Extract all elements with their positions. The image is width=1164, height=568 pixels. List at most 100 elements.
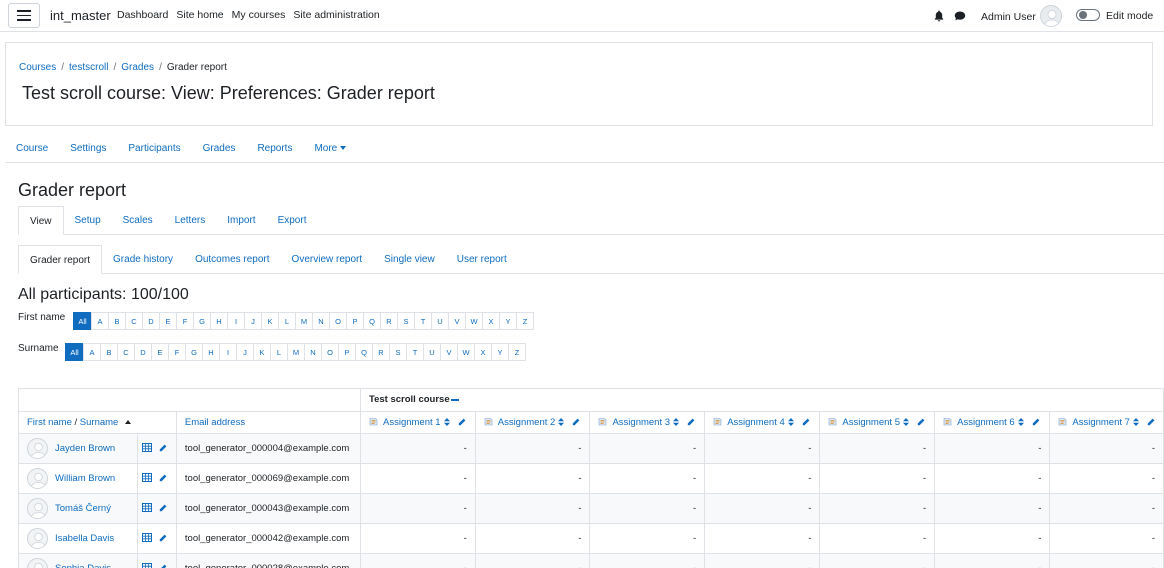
- sort-toggle-icon[interactable]: [673, 417, 680, 426]
- tab-single-view[interactable]: Single view: [373, 245, 446, 274]
- grade-cell[interactable]: -: [475, 523, 591, 554]
- initial-first-y[interactable]: Y: [499, 312, 517, 330]
- grade-cell[interactable]: -: [589, 523, 706, 554]
- edit-pencil-icon[interactable]: [917, 418, 925, 426]
- initial-first-n[interactable]: N: [312, 312, 330, 330]
- assignment-link[interactable]: Assignment 3: [612, 417, 670, 428]
- edit-pencil-icon[interactable]: [458, 418, 466, 426]
- secnav-grades[interactable]: Grades: [192, 133, 247, 162]
- initial-surname-e[interactable]: E: [151, 343, 169, 361]
- grade-cell[interactable]: -: [934, 433, 1051, 464]
- grade-cell[interactable]: -: [360, 553, 476, 568]
- initial-first-u[interactable]: U: [431, 312, 449, 330]
- initial-first-o[interactable]: O: [329, 312, 347, 330]
- nav-site-home[interactable]: Site home: [176, 9, 223, 21]
- tab-setup[interactable]: Setup: [64, 206, 112, 235]
- grade-cell[interactable]: -: [934, 493, 1051, 524]
- edit-pencil-icon[interactable]: [1147, 418, 1155, 426]
- assignment-link[interactable]: Assignment 4: [727, 417, 785, 428]
- grade-cell[interactable]: -: [1049, 493, 1164, 524]
- tab-grader-report[interactable]: Grader report: [18, 245, 103, 274]
- site-brand[interactable]: int_master: [50, 8, 111, 23]
- tab-grade-history[interactable]: Grade history: [102, 245, 184, 274]
- initial-first-j[interactable]: J: [244, 312, 262, 330]
- initial-first-k[interactable]: K: [261, 312, 279, 330]
- initial-surname-o[interactable]: O: [321, 343, 339, 361]
- initial-surname-c[interactable]: C: [117, 343, 135, 361]
- edit-pencil-icon[interactable]: [159, 564, 167, 568]
- breadcrumb-courses[interactable]: Courses: [19, 62, 56, 73]
- assignment-link[interactable]: Assignment 2: [498, 417, 556, 428]
- student-name-link[interactable]: Jayden Brown: [55, 443, 115, 454]
- initial-first-q[interactable]: Q: [363, 312, 381, 330]
- tab-overview-report[interactable]: Overview report: [281, 245, 374, 274]
- secnav-participants[interactable]: Participants: [117, 133, 191, 162]
- grade-cell[interactable]: -: [704, 493, 821, 524]
- initial-all-first[interactable]: All: [73, 312, 92, 330]
- edit-pencil-icon[interactable]: [159, 444, 167, 452]
- student-name-link[interactable]: Sophia Davis: [55, 563, 111, 568]
- initial-surname-t[interactable]: T: [406, 343, 424, 361]
- grade-cell[interactable]: -: [819, 553, 936, 568]
- initial-all-surname[interactable]: All: [65, 343, 84, 361]
- initial-surname-b[interactable]: B: [100, 343, 118, 361]
- grade-cell[interactable]: -: [934, 523, 1051, 554]
- initial-surname-v[interactable]: V: [440, 343, 458, 361]
- initial-first-a[interactable]: A: [91, 312, 109, 330]
- initial-first-m[interactable]: M: [295, 312, 313, 330]
- student-avatar[interactable]: [27, 557, 48, 568]
- student-avatar[interactable]: [27, 527, 48, 549]
- edit-pencil-icon[interactable]: [159, 474, 167, 482]
- grade-cell[interactable]: -: [360, 463, 476, 494]
- sort-surname-link[interactable]: Surname: [80, 417, 119, 428]
- initial-first-t[interactable]: T: [414, 312, 432, 330]
- grade-cell[interactable]: -: [1049, 553, 1164, 568]
- initial-first-h[interactable]: H: [210, 312, 228, 330]
- sort-toggle-icon[interactable]: [1017, 417, 1024, 426]
- grade-cell[interactable]: -: [360, 493, 476, 524]
- initial-surname-p[interactable]: P: [338, 343, 356, 361]
- student-name-link[interactable]: Tomáš Černý: [55, 503, 111, 514]
- tab-user-report[interactable]: User report: [446, 245, 518, 274]
- grade-cell[interactable]: -: [819, 523, 936, 554]
- edit-pencil-icon[interactable]: [1032, 418, 1040, 426]
- initial-surname-k[interactable]: K: [253, 343, 271, 361]
- single-view-grid-icon[interactable]: [142, 502, 153, 512]
- initial-surname-y[interactable]: Y: [491, 343, 509, 361]
- grade-cell[interactable]: -: [589, 463, 706, 494]
- grade-cell[interactable]: -: [589, 433, 706, 464]
- initial-surname-i[interactable]: I: [219, 343, 237, 361]
- edit-mode-toggle[interactable]: [1076, 9, 1100, 21]
- nav-my-courses[interactable]: My courses: [232, 9, 286, 21]
- grade-cell[interactable]: -: [1049, 523, 1164, 554]
- nav-dashboard[interactable]: Dashboard: [117, 9, 168, 21]
- secnav-more-dropdown[interactable]: More: [303, 133, 357, 162]
- assignment-link[interactable]: Assignment 7: [1072, 417, 1130, 428]
- tab-view[interactable]: View: [18, 206, 64, 235]
- initial-surname-u[interactable]: U: [423, 343, 441, 361]
- grade-cell[interactable]: -: [704, 553, 821, 568]
- student-avatar[interactable]: [27, 437, 48, 459]
- student-name-link[interactable]: William Brown: [55, 473, 115, 484]
- grade-cell[interactable]: -: [1049, 433, 1164, 464]
- initial-surname-l[interactable]: L: [270, 343, 288, 361]
- collapse-minus-icon[interactable]: [450, 398, 459, 401]
- initial-first-p[interactable]: P: [346, 312, 364, 330]
- grade-cell[interactable]: -: [704, 463, 821, 494]
- assignment-link[interactable]: Assignment 1: [383, 417, 441, 428]
- single-view-grid-icon[interactable]: [142, 442, 153, 452]
- initial-surname-w[interactable]: W: [457, 343, 475, 361]
- sort-first-name-link[interactable]: First name: [27, 417, 72, 428]
- grade-cell[interactable]: -: [475, 433, 591, 464]
- grade-cell[interactable]: -: [819, 433, 936, 464]
- sort-toggle-icon[interactable]: [787, 417, 794, 426]
- initial-first-w[interactable]: W: [465, 312, 483, 330]
- tab-export[interactable]: Export: [267, 206, 318, 235]
- grade-cell[interactable]: -: [819, 493, 936, 524]
- grade-cell[interactable]: -: [475, 463, 591, 494]
- secnav-course[interactable]: Course: [5, 133, 59, 162]
- assignment-link[interactable]: Assignment 6: [957, 417, 1015, 428]
- student-avatar[interactable]: [27, 497, 48, 519]
- initial-first-v[interactable]: V: [448, 312, 466, 330]
- initial-first-b[interactable]: B: [108, 312, 126, 330]
